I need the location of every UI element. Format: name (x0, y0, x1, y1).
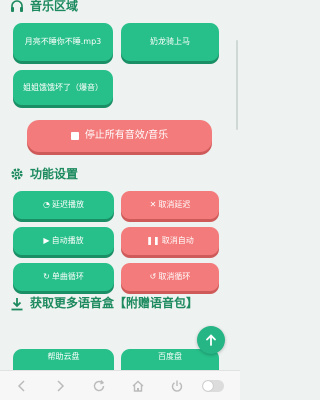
undo-icon: ↺ (149, 272, 157, 281)
track-label: 姐姐饿饿坏了（爆音） (23, 82, 103, 92)
track-label: 月亮不睡你不睡.mp3 (24, 37, 102, 46)
gear-icon (10, 167, 24, 181)
single-loop-label: 单曲循环 (51, 272, 84, 281)
track-button-1[interactable]: 月亮不睡你不睡.mp3 (13, 23, 113, 61)
power-icon[interactable] (169, 378, 185, 394)
music-section-title: 音乐区域 (30, 0, 79, 13)
cloud-disk-button[interactable]: 帮助云盘 (13, 349, 114, 370)
track-button-3[interactable]: 姐姐饿饿坏了（爆音） (13, 70, 113, 105)
browser-nav-bar (0, 370, 240, 400)
single-loop-button[interactable]: ↻ 单曲循环 (13, 263, 114, 291)
pause-icon: ❚❚ (146, 236, 160, 245)
track-button-2[interactable]: 奶龙骑上马 (121, 23, 219, 61)
cancel-loop-label: 取消循环 (158, 272, 191, 281)
arrow-up-icon (206, 334, 216, 346)
more-section-title: 获取更多语音盒【附赠语音包】 (30, 296, 199, 310)
cancel-auto-label: 取消自动 (161, 236, 194, 245)
cancel-loop-button[interactable]: ↺ 取消循环 (121, 263, 219, 291)
play-icon: ▶ (43, 236, 50, 245)
stop-all-label: 停止所有音效/音乐 (84, 130, 169, 141)
cancel-delay-label: 取消延迟 (158, 200, 191, 209)
baidu-disk-label: 百度盘 (158, 352, 182, 361)
cloud-disk-label: 帮助云盘 (47, 352, 80, 361)
stop-icon (70, 132, 79, 140)
toggle-knob (203, 381, 213, 391)
cancel-delay-button[interactable]: ✕ 取消延迟 (121, 191, 219, 219)
home-icon[interactable] (130, 378, 146, 394)
toggle-switch[interactable] (202, 380, 224, 392)
close-icon: ✕ (149, 200, 157, 209)
scrollbar[interactable] (236, 40, 238, 130)
delay-play-label: 延迟播放 (51, 200, 84, 209)
headphones-icon (10, 0, 24, 13)
back-icon[interactable] (14, 378, 30, 394)
clock-icon: ◔ (43, 200, 50, 209)
repeat-icon: ↻ (43, 272, 50, 281)
stop-all-button[interactable]: 停止所有音效/音乐 (27, 120, 212, 152)
delay-play-button[interactable]: ◔ 延迟播放 (13, 191, 114, 219)
settings-section-title: 功能设置 (30, 167, 79, 181)
cancel-auto-button[interactable]: ❚❚ 取消自动 (121, 227, 219, 255)
download-icon (10, 297, 24, 311)
scroll-to-top-button[interactable] (197, 326, 225, 354)
track-label: 奶龙骑上马 (150, 37, 190, 46)
auto-play-button[interactable]: ▶ 自动播放 (13, 227, 114, 255)
auto-play-label: 自动播放 (51, 236, 84, 245)
refresh-icon[interactable] (91, 378, 107, 394)
main-content: 音乐区域 月亮不睡你不睡.mp3 奶龙骑上马 姐姐饿饿坏了（爆音） 停止所有音效… (0, 0, 240, 370)
forward-icon[interactable] (52, 378, 68, 394)
